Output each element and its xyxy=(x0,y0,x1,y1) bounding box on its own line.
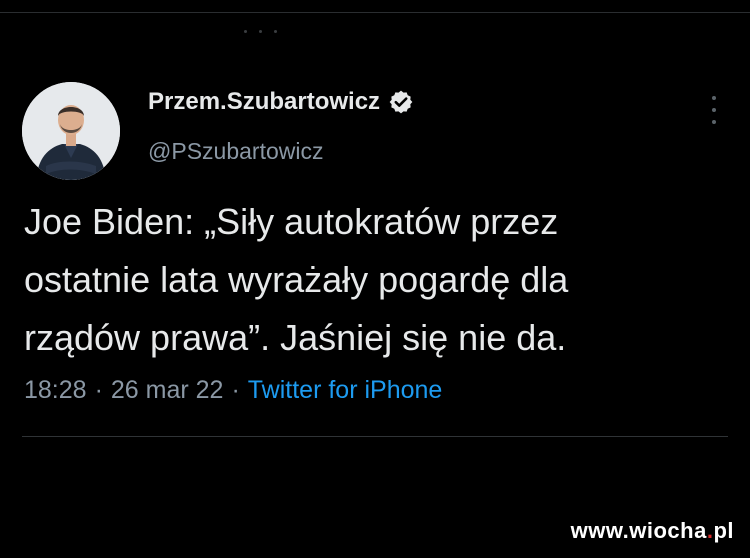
tweet-text-line: rządów prawa”. Jaśniej się nie da. xyxy=(24,317,567,358)
top-divider xyxy=(0,12,750,13)
meta-separator: · xyxy=(231,376,240,404)
tweet-text-line: Joe Biden: „Siły autokratów przez xyxy=(24,201,559,242)
watermark-prefix: www.wiocha xyxy=(570,518,707,543)
author-display-name[interactable]: Przem.Szubartowicz xyxy=(148,88,380,116)
tweet-time[interactable]: 18:28 xyxy=(24,376,87,405)
dot xyxy=(274,30,277,33)
author-handle[interactable]: @PSzubartowicz xyxy=(148,138,323,165)
verified-badge-icon xyxy=(389,90,413,114)
author-name-row[interactable]: Przem.Szubartowicz xyxy=(148,88,414,116)
tweet-text: Joe Biden: „Siły autokratów przez ostatn… xyxy=(24,193,729,367)
tweet-text-line: ostatnie lata wyrażały pogardę dla xyxy=(24,259,569,300)
vertical-ellipsis-icon xyxy=(712,120,716,124)
site-watermark: www.wiocha.pl xyxy=(571,518,734,544)
avatar[interactable] xyxy=(22,82,120,180)
dot xyxy=(244,30,247,33)
tweet-metadata: 18:28 · 26 mar 22 · Twitter for iPhone xyxy=(24,376,442,405)
watermark-suffix: pl xyxy=(713,518,734,543)
vertical-ellipsis-icon xyxy=(712,96,716,100)
meta-separator: · xyxy=(94,376,103,404)
more-options-button[interactable] xyxy=(708,96,720,124)
tweet-date[interactable]: 26 mar 22 xyxy=(111,376,224,405)
tweet-source-link[interactable]: Twitter for iPhone xyxy=(248,376,443,405)
bottom-divider xyxy=(22,436,728,437)
vertical-ellipsis-icon xyxy=(712,108,716,112)
top-decoration-dots xyxy=(244,30,277,33)
dot xyxy=(259,30,262,33)
person-photo-avatar-icon xyxy=(22,82,120,180)
